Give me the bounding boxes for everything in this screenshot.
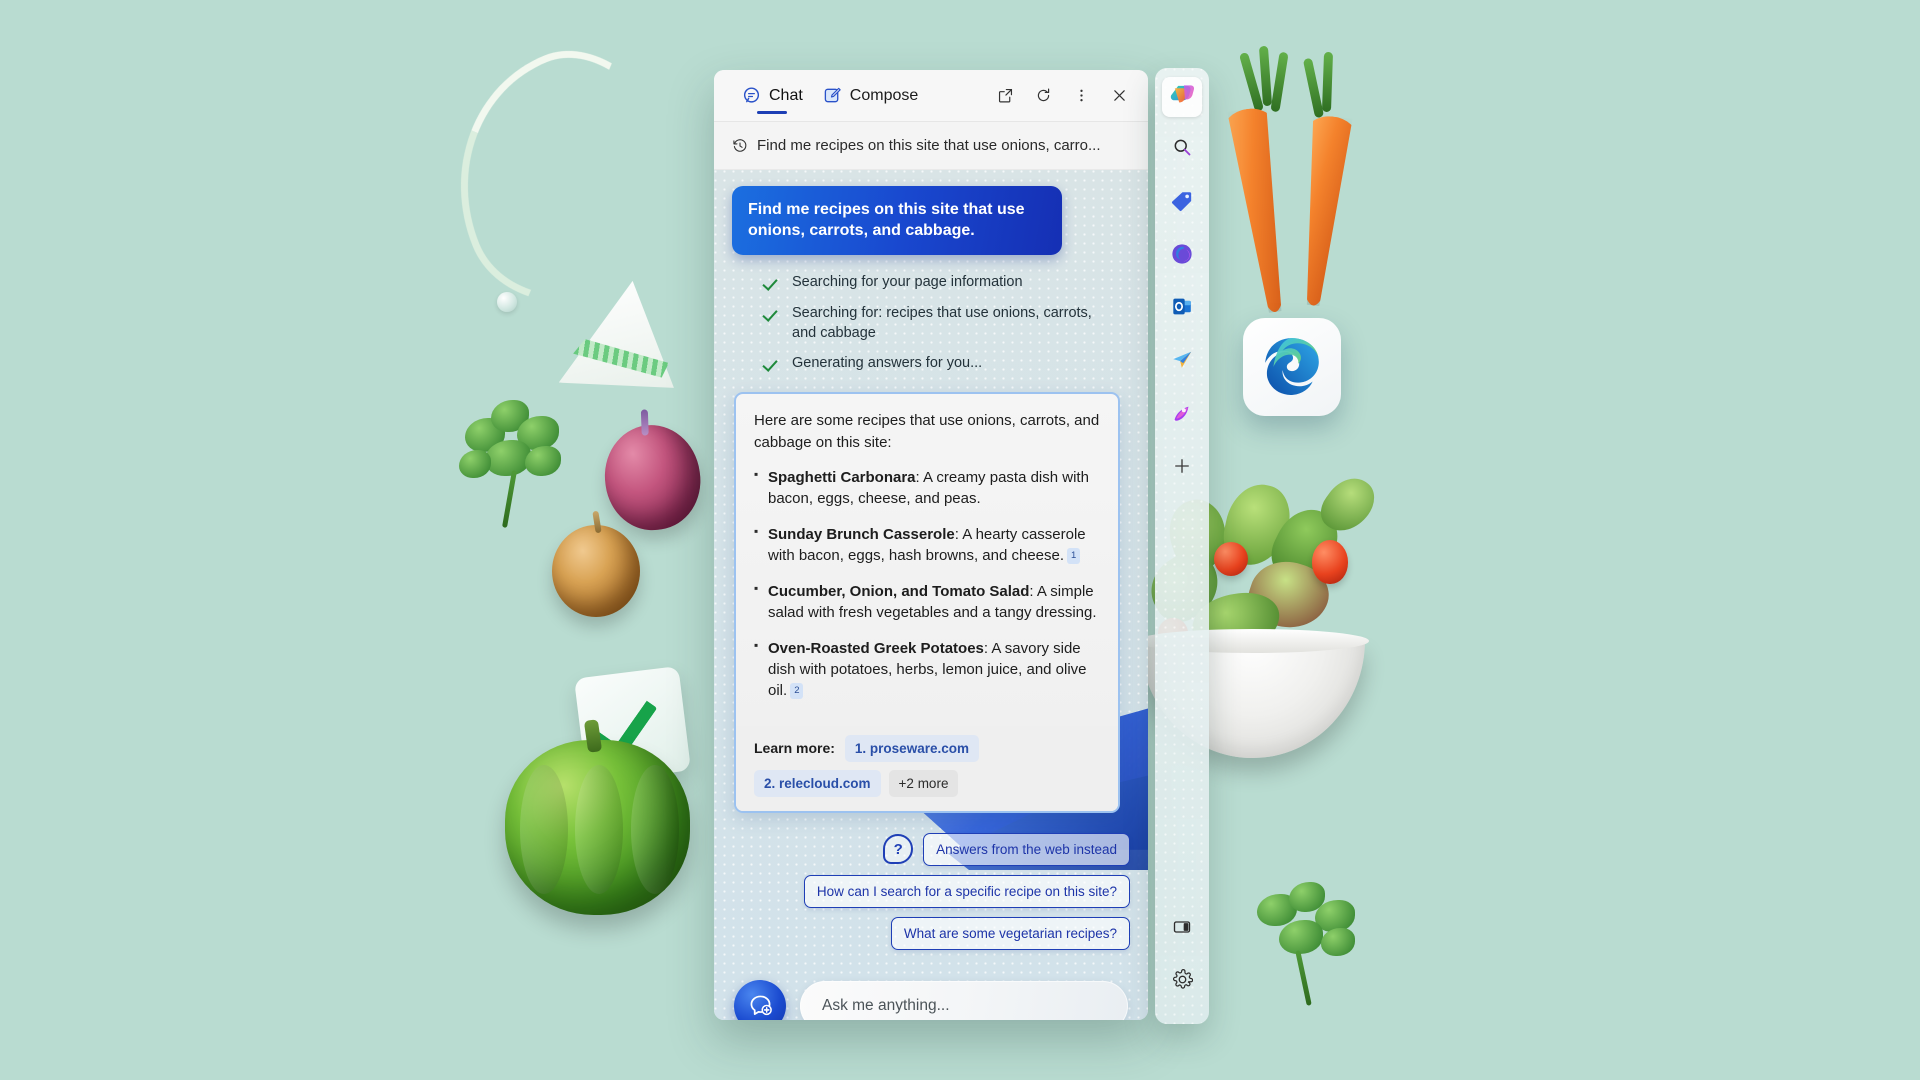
suggestion-chips: ? Answers from the web instead How can I… — [732, 832, 1130, 950]
gear-icon — [1172, 969, 1193, 995]
swoosh-decoration — [416, 21, 724, 339]
sidebar-item-games[interactable] — [1162, 395, 1202, 435]
wedge-decoration — [559, 273, 687, 396]
copilot-icon — [1169, 81, 1196, 113]
tab-bar: Chat Compose — [714, 70, 1148, 122]
tab-chat[interactable]: Chat — [732, 70, 813, 121]
sidebar-item-settings[interactable] — [1162, 962, 1202, 1002]
microsoft-edge-logo — [1243, 318, 1341, 416]
tab-compose[interactable]: Compose — [813, 70, 928, 121]
learn-more-label: Learn more: — [754, 740, 835, 757]
answer-list-item: Oven-Roasted Greek Potatoes: A savory si… — [754, 637, 1100, 702]
answer-intro: Here are some recipes that use onions, c… — [754, 412, 1100, 451]
edge-sidebar — [1155, 68, 1209, 1024]
chat-bubble-icon — [742, 86, 761, 105]
microsoft-365-icon — [1171, 243, 1193, 270]
answer-list-item: Sunday Brunch Casserole: A hearty casser… — [754, 523, 1100, 567]
progress-steps: Searching for your page information Sear… — [762, 273, 1130, 374]
shopping-tag-icon — [1171, 190, 1193, 217]
suggestion-row: How can I search for a specific recipe o… — [732, 874, 1130, 908]
progress-step: Generating answers for you... — [762, 354, 1130, 374]
history-prompt-bar[interactable]: Find me recipes on this site that use on… — [714, 122, 1148, 170]
split-screen-icon — [1172, 917, 1192, 942]
progress-step: Searching for: recipes that use onions, … — [762, 304, 1130, 343]
sidebar-item-microsoft-365[interactable] — [1162, 236, 1202, 276]
recipe-title: Spaghetti Carbonara — [768, 468, 916, 486]
source-link-1[interactable]: 1. proseware.com — [844, 734, 979, 762]
sidebar-item-add-tool[interactable] — [1162, 448, 1202, 488]
wedge-stripe-decoration — [572, 338, 671, 379]
citation-badge[interactable]: 2 — [790, 683, 804, 699]
progress-step-label: Searching for your page information — [792, 273, 1023, 290]
recipe-title: Oven-Roasted Greek Potatoes — [768, 639, 984, 657]
sidebar-item-outlook[interactable] — [1162, 289, 1202, 329]
tab-compose-label: Compose — [849, 86, 919, 104]
green-bell-pepper-decoration — [505, 740, 690, 915]
ask-input-placeholder: Ask me anything... — [822, 996, 950, 1014]
answer-body: Here are some recipes that use onions, c… — [736, 394, 1118, 726]
history-prompt-text: Find me recipes on this site that use on… — [757, 137, 1101, 154]
outlook-icon — [1172, 296, 1193, 322]
composer: Ask me anything... — [732, 962, 1130, 1020]
suggestion-row: What are some vegetarian recipes? — [732, 916, 1130, 950]
answer-card: Here are some recipes that use onions, c… — [734, 392, 1120, 813]
compose-pencil-icon — [823, 86, 842, 105]
carrots-decoration — [1215, 45, 1395, 340]
red-onion-decoration — [598, 418, 707, 537]
user-message-bubble: Find me recipes on this site that use on… — [732, 186, 1062, 255]
more-vertical-icon[interactable] — [1064, 80, 1098, 112]
refresh-icon[interactable] — [1026, 80, 1060, 112]
plus-icon — [1172, 456, 1192, 481]
bubble-decoration — [497, 292, 517, 312]
progress-step: Searching for your page information — [762, 273, 1130, 293]
source-link-2[interactable]: 2. relecloud.com — [754, 769, 881, 797]
close-icon[interactable] — [1102, 80, 1136, 112]
history-clock-icon — [732, 138, 748, 154]
suggestion-row: ? Answers from the web instead — [732, 832, 1130, 866]
question-bubble-icon: ? — [883, 834, 914, 865]
window-actions — [988, 80, 1140, 112]
tab-chat-label: Chat — [769, 86, 803, 104]
open-in-new-icon[interactable] — [988, 80, 1022, 112]
sidebar-item-copilot[interactable] — [1162, 77, 1202, 117]
check-icon — [762, 356, 780, 374]
answer-list-item: Cucumber, Onion, and Tomato Salad: A sim… — [754, 580, 1100, 624]
search-magnifier-icon — [1172, 137, 1193, 163]
ask-input[interactable]: Ask me anything... — [800, 980, 1128, 1020]
sidebar-item-split-screen[interactable] — [1162, 909, 1202, 949]
brown-onion-decoration — [552, 525, 640, 617]
citation-badge[interactable]: 1 — [1067, 548, 1081, 564]
copilot-chat-panel: Chat Compose Find me recipes on this sit… — [714, 70, 1148, 1020]
sidebar-item-shopping[interactable] — [1162, 183, 1202, 223]
chat-body: Find me recipes on this site that use on… — [714, 170, 1148, 1020]
recipe-title: Sunday Brunch Casserole — [768, 525, 955, 543]
games-icon — [1171, 402, 1193, 429]
checkmark-card-decoration — [573, 665, 692, 784]
parsley-decoration-2 — [1245, 880, 1395, 1015]
check-icon — [762, 305, 780, 324]
progress-step-label: Generating answers for you... — [792, 355, 983, 372]
suggestion-chip-web-answers[interactable]: Answers from the web instead — [923, 832, 1130, 866]
suggestion-chip-vegetarian[interactable]: What are some vegetarian recipes? — [890, 916, 1130, 950]
paper-plane-icon — [1171, 349, 1193, 376]
progress-step-label: Searching for: recipes that use onions, … — [792, 304, 1092, 341]
learn-more-section: Learn more: 1. proseware.com 2. releclou… — [736, 725, 1118, 811]
parsley-decoration — [455, 400, 595, 530]
sidebar-item-send-feedback[interactable] — [1162, 342, 1202, 382]
answer-list-item: Spaghetti Carbonara: A creamy pasta dish… — [754, 466, 1100, 510]
new-chat-bubble-plus-icon[interactable] — [734, 979, 786, 1020]
recipe-title: Cucumber, Onion, and Tomato Salad — [768, 582, 1030, 600]
sidebar-item-search[interactable] — [1162, 130, 1202, 170]
check-icon — [762, 274, 780, 293]
suggestion-chip-search-recipe[interactable]: How can I search for a specific recipe o… — [803, 874, 1130, 908]
source-more-button[interactable]: +2 more — [888, 769, 959, 797]
